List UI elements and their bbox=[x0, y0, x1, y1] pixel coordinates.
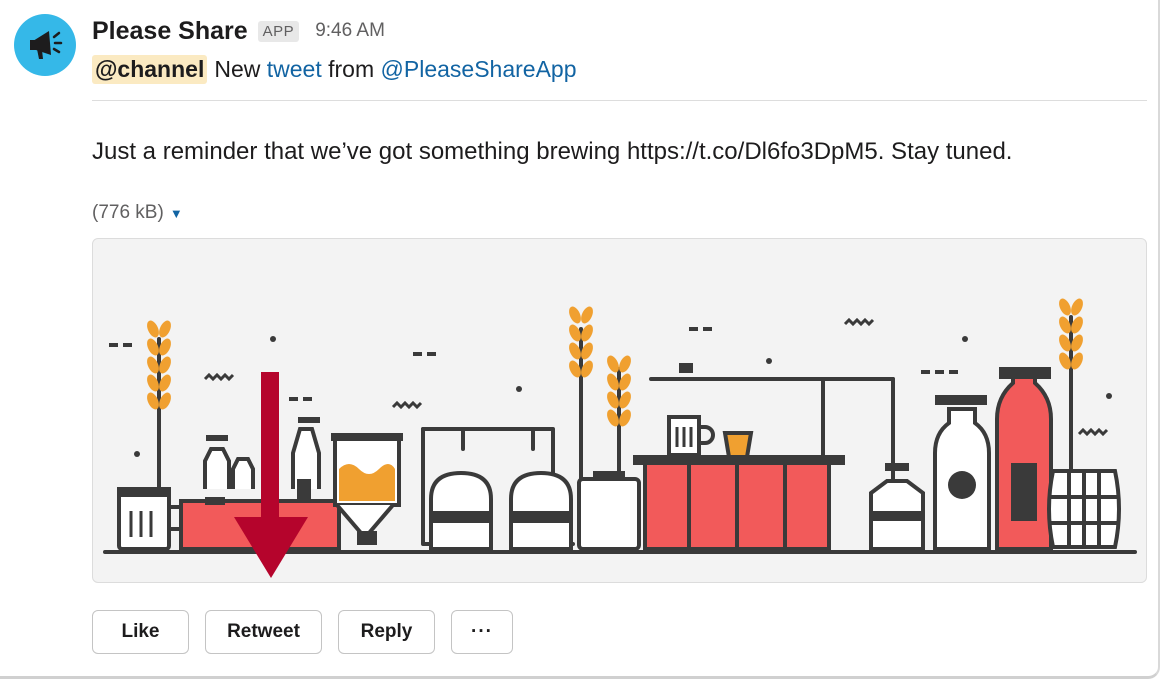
more-actions-button[interactable]: ··· bbox=[451, 610, 513, 654]
reply-button[interactable]: Reply bbox=[338, 610, 435, 654]
message-card: Please Share APP 9:46 AM @channel New twe… bbox=[0, 0, 1160, 679]
megaphone-icon bbox=[30, 31, 63, 59]
app-badge: APP bbox=[257, 20, 300, 42]
sender-name[interactable]: Please Share bbox=[92, 17, 248, 46]
account-link[interactable]: @PleaseShareApp bbox=[381, 56, 577, 83]
message-header: Please Share APP 9:46 AM bbox=[92, 14, 385, 48]
retweet-button[interactable]: Retweet bbox=[205, 610, 322, 654]
tweet-link[interactable]: tweet bbox=[267, 56, 322, 83]
notification-line: @channel New tweet from @PleaseShareApp bbox=[92, 55, 577, 84]
arrow-down-icon bbox=[234, 372, 308, 578]
tweet-body: Just a reminder that we’ve got something… bbox=[92, 138, 1013, 165]
app-avatar[interactable] bbox=[14, 14, 76, 76]
divider bbox=[92, 100, 1147, 101]
from-label: from bbox=[328, 56, 375, 82]
channel-mention[interactable]: @channel bbox=[92, 55, 208, 84]
file-toggle[interactable]: (776 kB) ▼ bbox=[92, 202, 183, 224]
new-label: New bbox=[214, 56, 261, 82]
caret-down-icon[interactable]: ▼ bbox=[170, 206, 183, 221]
like-button[interactable]: Like bbox=[92, 610, 189, 654]
timestamp[interactable]: 9:46 AM bbox=[315, 20, 385, 42]
action-bar: Like Retweet Reply ··· bbox=[92, 610, 513, 654]
file-size-label: (776 kB) bbox=[92, 202, 164, 223]
